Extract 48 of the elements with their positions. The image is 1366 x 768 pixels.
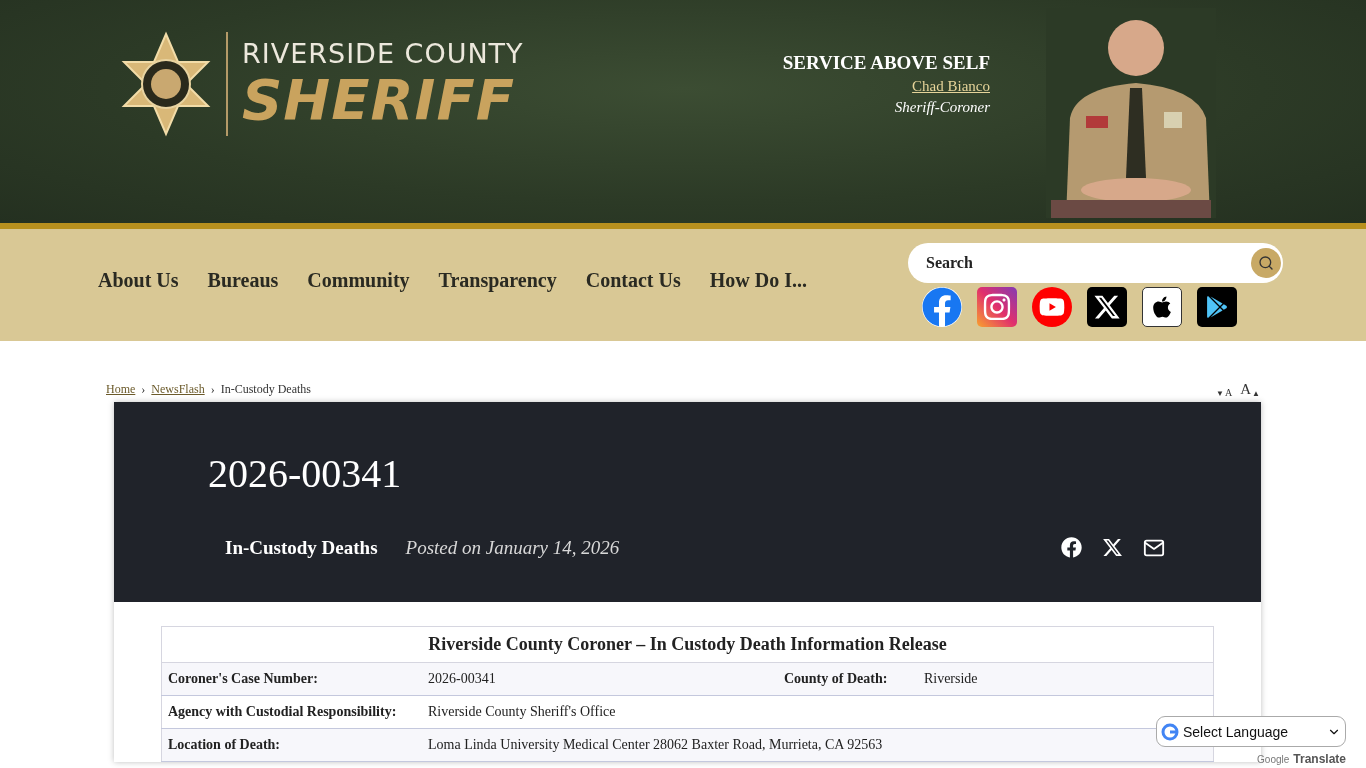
field-label: Coroner's Case Number: [168,671,318,686]
field-label: Location of Death: [168,737,280,752]
role-text: Sheriff-Coroner [894,99,990,116]
increase-text-button[interactable]: A▲ [1240,380,1260,398]
field-value: Loma Linda University Medical Center 28062 Baxter Road, Murrieta, CA 92563 [428,737,883,752]
nav-link[interactable]: How Do I... [709,268,807,292]
facebook-icon[interactable] [1061,537,1082,559]
breadcrumb-separator: › [210,381,215,397]
google-g-icon [1161,722,1179,741]
nav-link[interactable]: Contact Us [585,268,681,292]
language-select[interactable]: Select Language [1156,716,1346,747]
google-label: Google [1257,753,1290,765]
field-value: Riverside County Sheriff's Office [428,704,616,719]
nav-link[interactable]: Community [307,268,410,292]
apple-icon[interactable] [1142,287,1182,327]
breadcrumb-separator: › [141,381,146,397]
youtube-icon[interactable] [1032,287,1072,327]
name-link[interactable]: Chad Bianco [912,78,990,95]
field-label: County of Death: [783,671,888,686]
search-button[interactable] [1251,248,1281,278]
search-field[interactable]: Search [908,243,1283,283]
motto: SERVICE ABOVE SELF [782,52,990,74]
field-value: 2026-00341 [428,671,496,686]
translate-label: Translate [1293,752,1346,766]
article-title: 2026-00341 [208,450,403,497]
breadcrumb-link[interactable]: NewsFlash [151,381,205,397]
x-icon[interactable] [1102,537,1123,559]
mail-icon[interactable] [1143,537,1165,559]
category-label: In-Custody Deaths [225,537,378,559]
decrease-text-button[interactable]: ▼A [1216,380,1233,398]
x-icon[interactable] [1087,287,1127,327]
play-store-icon[interactable] [1197,287,1237,327]
nav-link[interactable]: About Us [98,268,179,292]
instagram-icon[interactable] [977,287,1017,327]
field-value: Riverside [923,671,978,686]
caret-up-icon: ▲ [1252,388,1260,398]
field-label: Agency with Custodial Responsibility: [168,704,397,719]
logo-title: RIVERSIDE COUNTY [242,38,524,70]
logo-title: SHERIFF [242,70,516,130]
nav-link[interactable]: Transparency [438,268,557,292]
breadcrumb-link[interactable]: Home [106,381,136,397]
nav-link[interactable]: Bureaus [207,268,279,292]
search-icon [1258,255,1274,271]
star-badge-icon [120,30,212,138]
table-title: Riverside County Coroner – In Custody Death Information Release [161,626,1214,663]
caret-down-icon: ▼ [1216,388,1224,398]
post-date: Posted on January 14, 2026 [405,537,620,559]
breadcrumb-current: In-Custody Deaths [220,381,311,397]
